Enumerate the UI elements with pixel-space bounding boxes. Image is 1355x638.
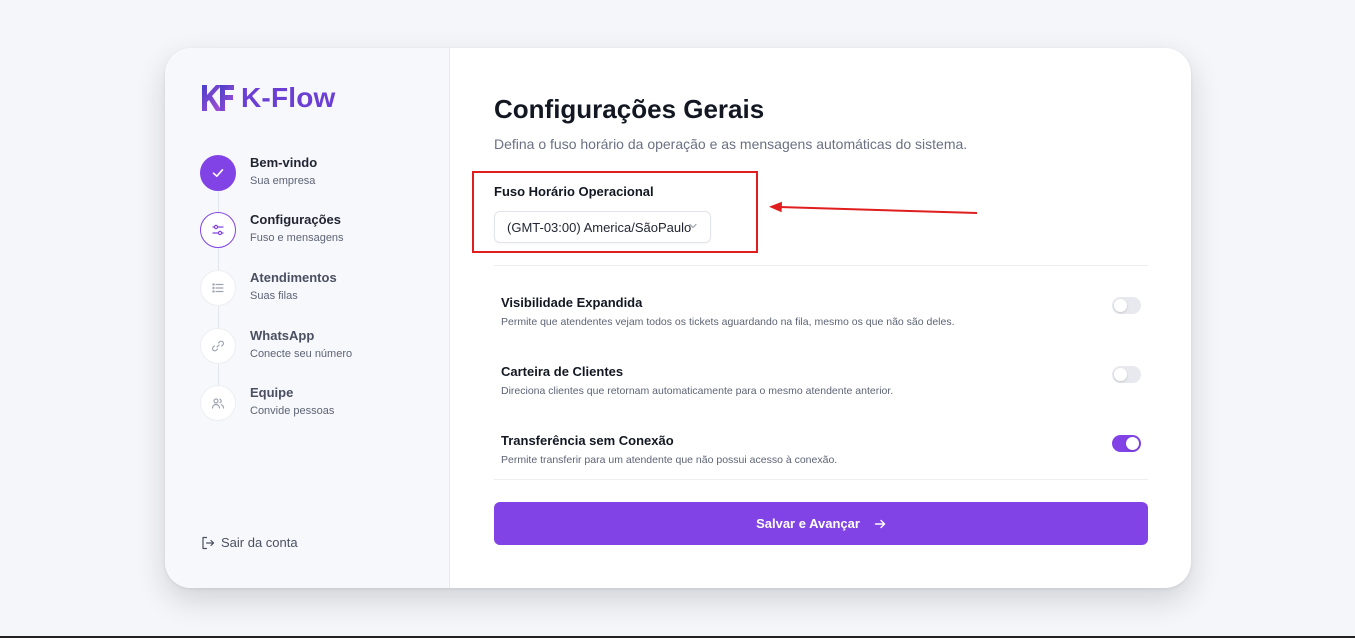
carteira-de-clientes-toggle[interactable] xyxy=(1112,366,1141,383)
option-title: Transferência sem Conexão xyxy=(501,433,674,448)
setup-card: K-Flow Bem-vindo Sua empresa Configuraçõ… xyxy=(165,48,1191,588)
step-subtitle: Conecte seu número xyxy=(250,348,353,360)
option-description: Permite que atendentes vejam todos os ti… xyxy=(501,316,955,328)
option-carteira-de-clientes: Carteira de Clientes Direciona clientes … xyxy=(501,364,1141,404)
transferencia-sem-conexao-toggle[interactable] xyxy=(1112,435,1141,452)
list-icon xyxy=(200,270,236,306)
step-title: Atendimentos xyxy=(250,270,337,285)
brand-logo: K-Flow xyxy=(200,82,336,114)
kf-logo-icon xyxy=(202,85,234,111)
save-and-continue-button[interactable]: Salvar e Avançar xyxy=(494,502,1148,545)
step-title: Equipe xyxy=(250,385,294,400)
logout-button[interactable]: Sair da conta xyxy=(201,535,298,550)
step-title: Configurações xyxy=(250,212,342,227)
link-icon xyxy=(200,328,236,364)
brand-name: K-Flow xyxy=(241,82,336,113)
step-equipe[interactable]: Equipe Convide pessoas xyxy=(200,385,440,425)
save-button-label: Salvar e Avançar xyxy=(756,516,860,531)
step-title: Bem-vindo xyxy=(250,155,318,170)
divider xyxy=(494,265,1148,266)
main-panel: Configurações Gerais Defina o fuso horár… xyxy=(451,48,1191,588)
step-subtitle: Convide pessoas xyxy=(250,405,335,417)
visibilidade-expandida-toggle[interactable] xyxy=(1112,297,1141,314)
divider xyxy=(494,479,1148,480)
option-title: Visibilidade Expandida xyxy=(501,295,643,310)
annotation-highlight-box xyxy=(472,171,758,253)
check-icon xyxy=(200,155,236,191)
step-subtitle: Suas filas xyxy=(250,290,298,302)
option-description: Permite transferir para um atendente que… xyxy=(501,454,838,466)
step-configuracoes[interactable]: Configurações Fuso e mensagens xyxy=(200,212,440,252)
toggle-knob xyxy=(1114,368,1127,381)
sliders-icon xyxy=(200,212,236,248)
step-bem-vindo[interactable]: Bem-vindo Sua empresa xyxy=(200,155,440,195)
option-title: Carteira de Clientes xyxy=(501,364,624,379)
step-atendimentos[interactable]: Atendimentos Suas filas xyxy=(200,270,440,310)
logout-icon xyxy=(202,536,215,549)
users-icon xyxy=(200,385,236,421)
toggle-knob xyxy=(1126,437,1139,450)
option-description: Direciona clientes que retornam automati… xyxy=(501,385,894,397)
step-whatsapp[interactable]: WhatsApp Conecte seu número xyxy=(200,328,440,368)
annotation-arrow-icon xyxy=(769,201,978,214)
page-title: Configurações Gerais xyxy=(494,94,765,124)
logout-label: Sair da conta xyxy=(221,535,298,550)
arrow-right-icon xyxy=(874,518,886,530)
toggle-knob xyxy=(1114,299,1127,312)
step-subtitle: Fuso e mensagens xyxy=(250,232,344,244)
step-title: WhatsApp xyxy=(250,328,315,343)
option-transferencia-sem-conexao: Transferência sem Conexão Permite transf… xyxy=(501,433,1141,473)
step-subtitle: Sua empresa xyxy=(250,175,316,187)
sidebar: K-Flow Bem-vindo Sua empresa Configuraçõ… xyxy=(165,48,450,588)
option-visibilidade-expandida: Visibilidade Expandida Permite que atend… xyxy=(501,295,1141,335)
page-subtitle: Defina o fuso horário da operação e as m… xyxy=(494,136,968,152)
